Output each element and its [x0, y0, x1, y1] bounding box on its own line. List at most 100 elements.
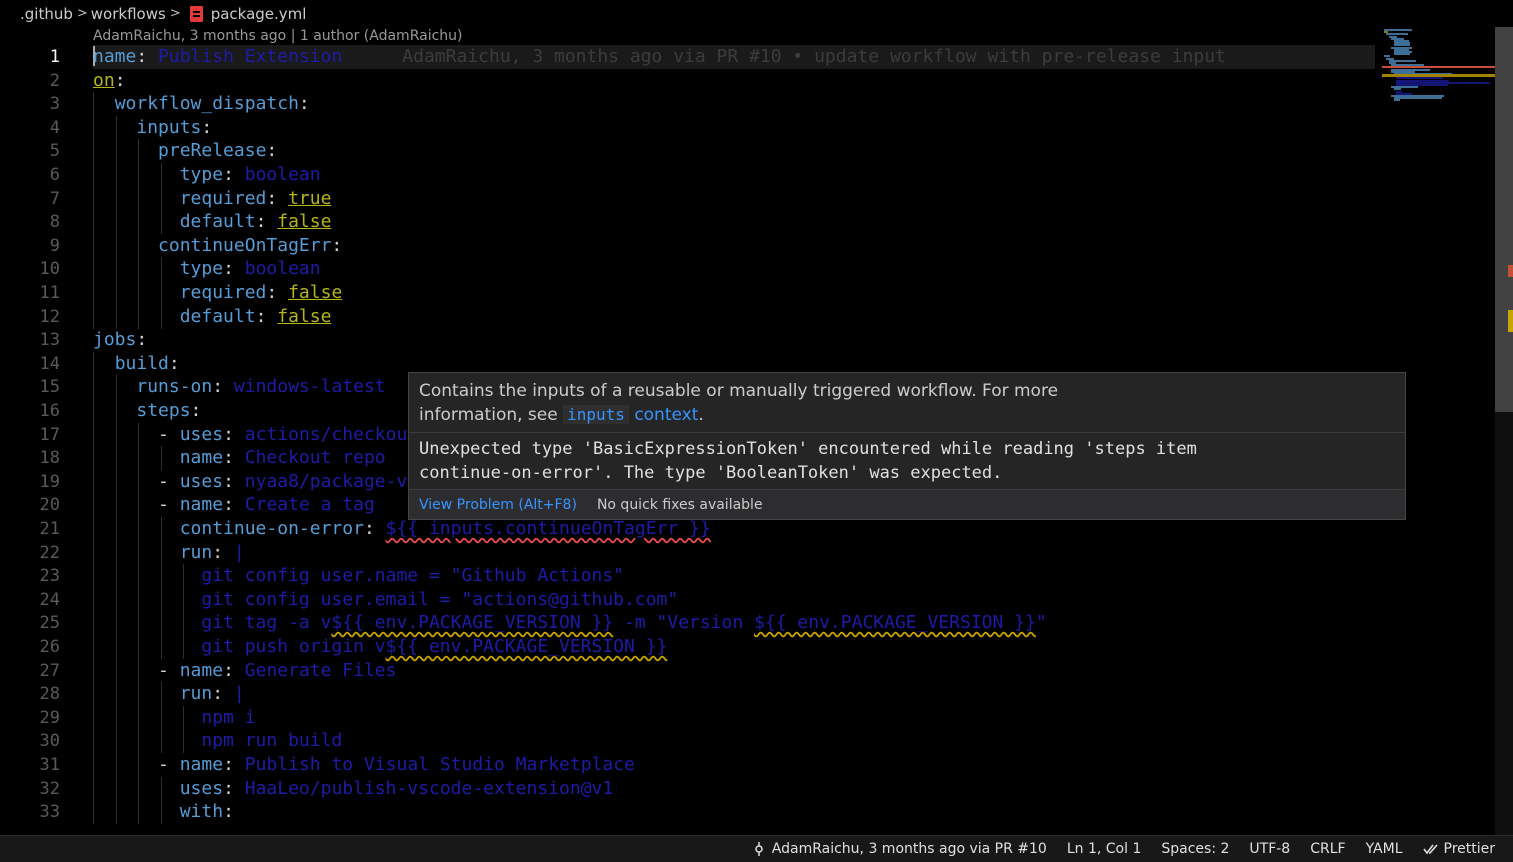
code-line[interactable]: 21 continue-on-error: ${{ inputs.continu… — [0, 517, 1495, 541]
line-number[interactable]: 6 — [0, 163, 60, 187]
code-content[interactable]: inputs: — [93, 115, 1375, 140]
line-number[interactable]: 4 — [0, 116, 60, 140]
context-link[interactable]: context — [634, 405, 698, 425]
code-line[interactable]: 10 type: boolean — [0, 257, 1495, 282]
line-number[interactable]: 23 — [0, 564, 60, 588]
code-content[interactable]: required: false — [93, 281, 1375, 305]
code-line[interactable]: 23 git config user.name = "Github Action… — [0, 564, 1495, 589]
code-line[interactable]: 3 workflow_dispatch: — [0, 92, 1495, 117]
line-number[interactable]: 15 — [0, 375, 60, 399]
code-content[interactable]: preRelease: — [93, 139, 1375, 164]
code-line[interactable]: 31 - name: Publish to Visual Studio Mark… — [0, 753, 1495, 777]
line-number[interactable]: 22 — [0, 541, 60, 565]
code-content[interactable]: type: boolean — [93, 257, 1375, 282]
line-number[interactable]: 21 — [0, 517, 60, 541]
code-content[interactable]: name: Publish Extension AdamRaichu, 3 mon… — [93, 45, 1375, 69]
code-line[interactable]: 33 with: — [0, 800, 1495, 825]
status-eol[interactable]: CRLF — [1300, 841, 1355, 857]
code-line[interactable]: 30 npm run build — [0, 729, 1495, 754]
breadcrumb-item-workflows[interactable]: workflows — [91, 5, 166, 23]
line-number[interactable]: 10 — [0, 257, 60, 281]
code-content[interactable]: default: false — [93, 304, 1375, 329]
scrollbar-thumb[interactable] — [1495, 27, 1513, 412]
code-line[interactable]: 8 default: false — [0, 210, 1495, 235]
view-problem-link[interactable]: View Problem (Alt+F8) — [419, 497, 577, 513]
line-number[interactable]: 27 — [0, 659, 60, 683]
line-number[interactable]: 9 — [0, 234, 60, 258]
code-line[interactable]: 6 type: boolean — [0, 163, 1495, 187]
code-line[interactable]: 11 required: false — [0, 281, 1495, 305]
line-number[interactable]: 17 — [0, 423, 60, 447]
breadcrumb-item-file[interactable]: package.yml — [211, 5, 307, 23]
code-content[interactable]: with: — [93, 800, 1375, 825]
line-number[interactable]: 2 — [0, 69, 60, 93]
line-number[interactable]: 1 — [0, 45, 60, 69]
code-line[interactable]: 28 run: | — [0, 682, 1495, 707]
code-content[interactable]: run: | — [93, 682, 1375, 707]
minimap[interactable] — [1382, 27, 1495, 817]
code-line[interactable]: 7 required: true — [0, 186, 1495, 211]
line-number[interactable]: 33 — [0, 800, 60, 824]
code-content[interactable]: required: true — [93, 186, 1375, 211]
code-content[interactable]: - name: Generate Files — [93, 658, 1375, 683]
code-content[interactable]: type: boolean — [93, 163, 1375, 187]
line-number[interactable]: 11 — [0, 281, 60, 305]
code-content[interactable]: git config user.name = "Github Actions" — [93, 564, 1375, 589]
code-line[interactable]: 9 continueOnTagErr: — [0, 233, 1495, 258]
code-line[interactable]: 26 git push origin v${{ env.PACKAGE_VERS… — [0, 635, 1495, 659]
line-number[interactable]: 31 — [0, 753, 60, 777]
code-line[interactable]: 22 run: | — [0, 540, 1495, 565]
line-number[interactable]: 7 — [0, 187, 60, 211]
breadcrumb-item-github[interactable]: .github — [20, 5, 73, 23]
code-line[interactable]: 12 default: false — [0, 304, 1495, 329]
code-line[interactable]: 27 - name: Generate Files — [0, 658, 1495, 683]
code-content[interactable]: npm run build — [93, 729, 1375, 754]
code-line[interactable]: 25 git tag -a v${{ env.PACKAGE_VERSION }… — [0, 611, 1495, 636]
code-line[interactable]: 29 npm i — [0, 705, 1495, 730]
status-formatter[interactable]: Prettier — [1413, 841, 1513, 857]
code-content[interactable]: workflow_dispatch: — [93, 92, 1375, 117]
code-content[interactable]: uses: HaaLeo/publish-vscode-extension@v1 — [93, 776, 1375, 801]
code-content[interactable]: continue-on-error: ${{ inputs.continueOn… — [93, 517, 1375, 541]
line-number[interactable]: 14 — [0, 352, 60, 376]
vertical-scrollbar[interactable] — [1495, 27, 1513, 835]
line-number[interactable]: 25 — [0, 611, 60, 635]
line-number[interactable]: 13 — [0, 328, 60, 352]
codelens-blame[interactable]: AdamRaichu, 3 months ago | 1 author (Ada… — [93, 27, 463, 45]
code-line[interactable]: 2 on: — [0, 69, 1495, 93]
status-indentation[interactable]: Spaces: 2 — [1151, 841, 1239, 857]
code-content[interactable]: run: | — [93, 540, 1375, 565]
code-content[interactable]: continueOnTagErr: — [93, 233, 1375, 258]
code-content[interactable]: default: false — [93, 210, 1375, 235]
code-content[interactable]: - name: Publish to Visual Studio Marketp… — [93, 753, 1375, 777]
code-content[interactable]: git push origin v${{ env.PACKAGE_VERSION… — [93, 635, 1375, 659]
line-number[interactable]: 8 — [0, 210, 60, 234]
code-content[interactable]: jobs: — [93, 328, 1375, 352]
line-number[interactable]: 29 — [0, 706, 60, 730]
code-content[interactable]: npm i — [93, 705, 1375, 730]
status-encoding[interactable]: UTF-8 — [1239, 841, 1300, 857]
line-number[interactable]: 16 — [0, 399, 60, 423]
code-line[interactable]: 1 name: Publish Extension AdamRaichu, 3 mo… — [0, 45, 1495, 69]
hover-doc-code[interactable]: inputs — [563, 405, 629, 424]
line-number[interactable]: 19 — [0, 470, 60, 494]
line-number[interactable]: 20 — [0, 493, 60, 517]
status-position[interactable]: Ln 1, Col 1 — [1057, 841, 1152, 857]
line-number[interactable]: 32 — [0, 777, 60, 801]
line-number[interactable]: 5 — [0, 139, 60, 163]
line-number[interactable]: 26 — [0, 635, 60, 659]
code-content[interactable]: on: — [93, 69, 1375, 93]
status-language[interactable]: YAML — [1356, 841, 1413, 857]
line-number[interactable]: 12 — [0, 305, 60, 329]
code-line[interactable]: 13 jobs: — [0, 328, 1495, 352]
code-content[interactable]: git config user.email = "actions@github.… — [93, 587, 1375, 612]
status-blame[interactable]: AdamRaichu, 3 months ago via PR #10 — [743, 841, 1057, 857]
line-number[interactable]: 24 — [0, 588, 60, 612]
line-number[interactable]: 18 — [0, 446, 60, 470]
line-number[interactable]: 3 — [0, 92, 60, 116]
code-line[interactable]: 24 git config user.email = "actions@gith… — [0, 587, 1495, 612]
line-number[interactable]: 28 — [0, 682, 60, 706]
line-number[interactable]: 30 — [0, 729, 60, 753]
code-line[interactable]: 5 preRelease: — [0, 139, 1495, 164]
code-content[interactable]: git tag -a v${{ env.PACKAGE_VERSION }} -… — [93, 611, 1375, 636]
